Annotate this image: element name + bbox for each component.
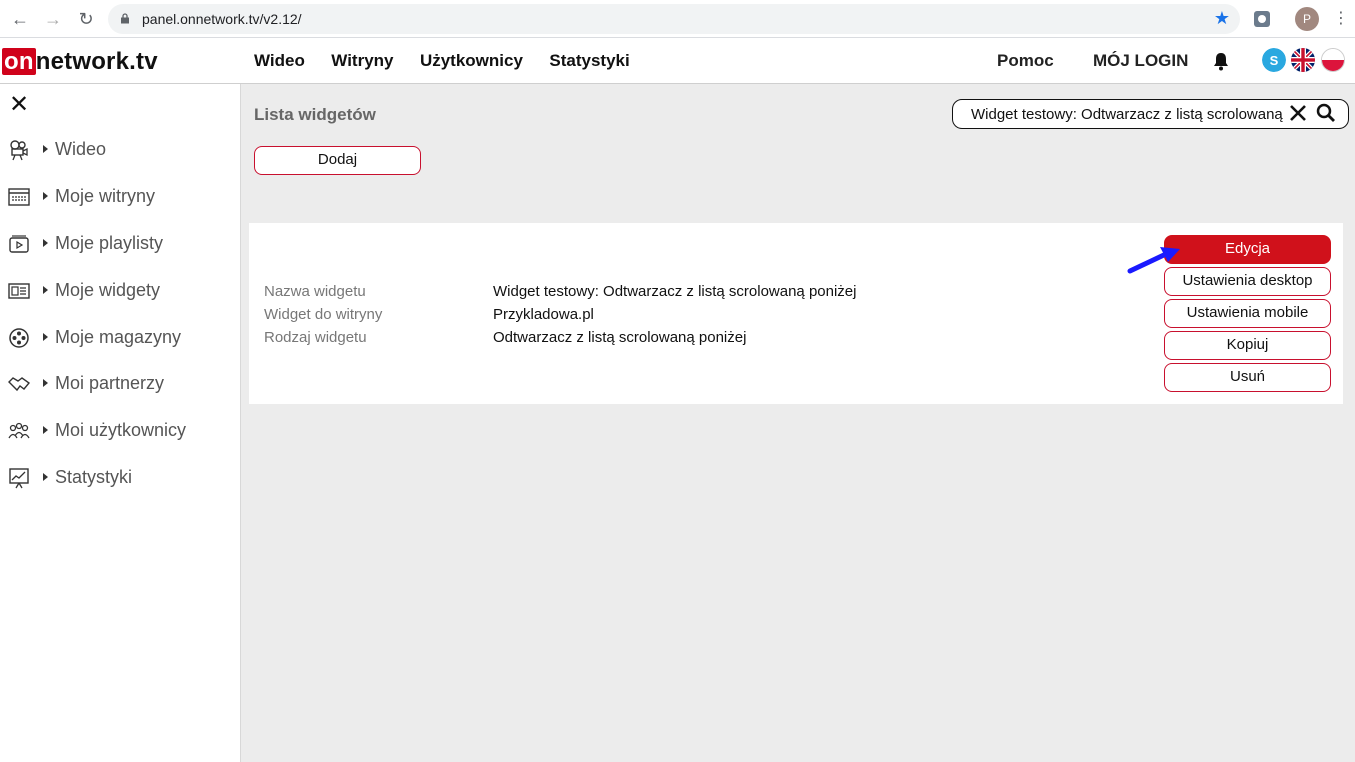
sidebar-item-moi-partnerzy[interactable]: Moi partnerzy	[0, 369, 240, 399]
nav-wideo[interactable]: Wideo	[254, 51, 305, 71]
handshake-icon	[8, 377, 30, 392]
mobile-settings-button[interactable]: Ustawienia mobile	[1164, 299, 1331, 328]
sidebar-item-wideo[interactable]: Wideo	[0, 135, 240, 165]
expand-arrow-icon	[43, 379, 48, 387]
app-header: onnetwork.tv Wideo Witryny Użytkownicy S…	[0, 38, 1355, 84]
url-text: panel.onnetwork.tv/v2.12/	[142, 11, 302, 27]
sidebar: ✕ Wideo Moje witryny Moje playlisty Moje…	[0, 84, 241, 762]
reload-icon[interactable]: ↻	[76, 9, 96, 29]
skype-icon[interactable]: S	[1262, 48, 1286, 72]
annotation-arrow-icon	[1127, 247, 1180, 274]
users-icon	[8, 422, 30, 439]
row-value: Widget testowy: Odtwarzacz z listą scrol…	[493, 283, 857, 300]
row-label: Rodzaj widgetu	[264, 329, 367, 346]
search-icon[interactable]	[1316, 103, 1336, 123]
sidebar-item-moje-widgety[interactable]: Moje widgety	[0, 276, 240, 306]
statistics-icon	[9, 468, 29, 489]
expand-arrow-icon	[43, 426, 48, 434]
expand-arrow-icon	[43, 239, 48, 247]
sidebar-item-moi-uzytkownicy[interactable]: Moi użytkownicy	[0, 416, 240, 446]
row-label: Nazwa widgetu	[264, 283, 366, 300]
row-label: Widget do witryny	[264, 306, 383, 323]
browser-toolbar: ← → ↻ panel.onnetwork.tv/v2.12/ ★ P ⋮	[0, 0, 1355, 38]
logo-on: on	[2, 48, 36, 75]
expand-arrow-icon	[43, 473, 48, 481]
sidebar-item-label: Moje widgety	[55, 280, 161, 300]
onnetwork-logo[interactable]: onnetwork.tv	[2, 48, 158, 75]
desktop-settings-button[interactable]: Ustawienia desktop	[1164, 267, 1331, 296]
sidebar-item-moje-playlisty[interactable]: Moje playlisty	[0, 229, 240, 259]
top-nav: Wideo Witryny Użytkownicy Statystyki	[254, 51, 652, 71]
expand-arrow-icon	[43, 286, 48, 294]
expand-arrow-icon	[43, 145, 48, 153]
lock-icon	[121, 13, 129, 24]
film-reel-icon	[9, 328, 29, 348]
sidebar-item-label: Moje witryny	[55, 186, 156, 206]
main-content: Lista widgetów Widget testowy: Odtwarzac…	[241, 84, 1355, 762]
extension-icon[interactable]	[1253, 10, 1271, 28]
add-button[interactable]: Dodaj	[254, 146, 421, 175]
back-icon[interactable]: ←	[10, 9, 30, 29]
sidebar-item-label: Moje magazyny	[55, 327, 182, 347]
sidebar-item-label: Moje playlisty	[55, 233, 164, 253]
sidebar-item-label: Wideo	[55, 139, 107, 159]
nav-uzytkownicy[interactable]: Użytkownicy	[420, 51, 523, 71]
copy-button[interactable]: Kopiuj	[1164, 331, 1331, 360]
forward-icon[interactable]: →	[43, 9, 63, 29]
sidebar-item-label: Moi użytkownicy	[55, 420, 187, 440]
expand-arrow-icon	[43, 192, 48, 200]
help-link[interactable]: Pomoc	[997, 51, 1054, 71]
playlist-icon	[9, 235, 29, 253]
sidebar-item-label: Moi partnerzy	[55, 373, 165, 393]
row-value: Przykladowa.pl	[493, 306, 594, 323]
search-value: Widget testowy: Odtwarzacz z listą scrol…	[971, 106, 1283, 123]
edit-button[interactable]: Edycja	[1164, 235, 1331, 264]
pl-flag-icon[interactable]	[1321, 48, 1345, 72]
address-bar[interactable]: panel.onnetwork.tv/v2.12/ ★	[108, 4, 1240, 34]
row-value: Odtwarzacz z listą scrolowaną poniżej	[493, 329, 747, 346]
widget-icon	[8, 283, 30, 299]
sidebar-item-moje-witryny[interactable]: Moje witryny	[0, 182, 240, 212]
bookmark-star-icon[interactable]: ★	[1214, 8, 1230, 29]
clear-search-icon[interactable]	[1289, 104, 1307, 122]
sidebar-item-label: Statystyki	[55, 467, 133, 487]
my-login-link[interactable]: MÓJ LOGIN	[1093, 51, 1188, 71]
close-sidebar-icon[interactable]: ✕	[9, 90, 29, 119]
logo-rest: network.tv	[35, 48, 158, 75]
bell-icon[interactable]	[1212, 51, 1230, 71]
sidebar-item-statystyki[interactable]: Statystyki	[0, 463, 240, 493]
search-input[interactable]: Widget testowy: Odtwarzacz z listą scrol…	[952, 99, 1349, 129]
sidebar-item-moje-magazyny[interactable]: Moje magazyny	[0, 323, 240, 353]
page-title: Lista widgetów	[254, 105, 376, 124]
browser-menu-icon[interactable]: ⋮	[1333, 8, 1349, 28]
camera-icon	[10, 140, 28, 161]
nav-statystyki[interactable]: Statystyki	[549, 51, 629, 71]
expand-arrow-icon	[43, 333, 48, 341]
profile-avatar[interactable]: P	[1295, 7, 1319, 31]
nav-witryny[interactable]: Witryny	[331, 51, 393, 71]
svg-text:S: S	[1270, 53, 1279, 68]
delete-button[interactable]: Usuń	[1164, 363, 1331, 392]
uk-flag-icon[interactable]	[1291, 48, 1315, 72]
website-icon	[8, 188, 30, 206]
